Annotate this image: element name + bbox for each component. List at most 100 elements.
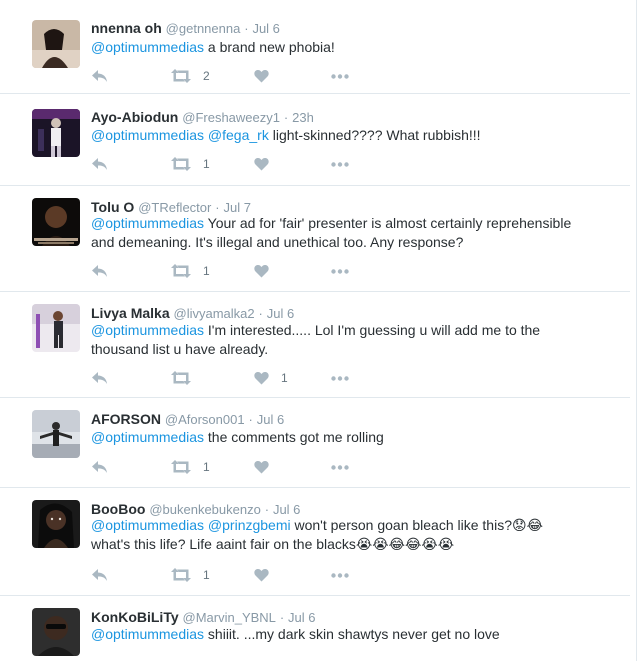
separator: · (248, 412, 253, 427)
mention-link[interactable]: @optimummedias (91, 322, 204, 338)
avatar[interactable] (32, 500, 80, 548)
user-handle[interactable]: @livyamalka2 (174, 306, 255, 321)
mention-link[interactable]: @optimummedias (91, 127, 204, 143)
like-count: 1 (281, 371, 288, 385)
user-handle[interactable]: @TReflector (138, 200, 211, 215)
separator: · (258, 306, 263, 321)
mention-link[interactable]: @prinzgbemi (208, 517, 291, 533)
avatar[interactable] (32, 198, 80, 246)
more-button[interactable] (331, 262, 349, 280)
heart-icon (254, 460, 269, 474)
display-name[interactable]: KonKoBiLiTy (91, 609, 179, 625)
heart-icon (254, 157, 269, 171)
more-button[interactable] (331, 458, 349, 476)
reply-button[interactable] (91, 369, 108, 387)
timestamp[interactable]: Jul 6 (257, 412, 284, 427)
reply-button[interactable] (91, 262, 108, 280)
separator: · (244, 21, 249, 36)
timestamp[interactable]: Jul 6 (252, 21, 279, 36)
avatar[interactable] (32, 608, 80, 656)
reply-icon (92, 569, 107, 581)
user-handle[interactable]: @getnnenna (166, 21, 241, 36)
tweet-item[interactable]: Ayo-Abiodun @Freshaweezy1 · 23h @optimum… (0, 94, 630, 186)
mention-link[interactable]: @optimummedias (91, 39, 204, 55)
mention-link[interactable]: @optimummedias (91, 517, 204, 533)
more-button[interactable] (331, 566, 349, 584)
retweet-count: 1 (203, 568, 210, 582)
tweet-feed: nnenna oh @getnnenna · Jul 6 @optimummed… (0, 0, 637, 661)
display-name[interactable]: Livya Malka (91, 305, 170, 321)
tweet-text: @optimummedias shiiit. ...my dark skin s… (91, 625, 611, 644)
tweet-actions: 2 (91, 67, 391, 85)
retweet-button[interactable]: 1 (171, 458, 210, 476)
tweet-item[interactable]: nnenna oh @getnnenna · Jul 6 @optimummed… (0, 0, 630, 94)
timestamp[interactable]: Jul 6 (273, 502, 300, 517)
tweet-body: a brand new phobia! (204, 39, 335, 55)
mention-link[interactable]: @optimummedias (91, 626, 204, 642)
reply-icon (92, 70, 107, 82)
tweet-actions: 1 (91, 262, 391, 280)
reply-icon (92, 461, 107, 473)
tweet-body: shiiit. ...my dark skin shawtys never ge… (204, 626, 500, 642)
mention-link[interactable]: @optimummedias (91, 429, 204, 445)
display-name[interactable]: BooBoo (91, 501, 145, 517)
display-name[interactable]: Tolu O (91, 199, 134, 215)
retweet-count: 1 (203, 157, 210, 171)
avatar[interactable] (32, 304, 80, 352)
tweet-item[interactable]: KonKoBiLiTy @Marvin_YBNL · Jul 6 @optimu… (0, 596, 630, 661)
retweet-icon (171, 157, 191, 171)
user-handle[interactable]: @Aforson001 (165, 412, 245, 427)
user-handle[interactable]: @bukenkebukenzo (149, 502, 261, 517)
tweet-body-line2: what's this life? Life aaint fair on the… (91, 536, 455, 552)
retweet-icon (171, 69, 191, 83)
mention-link[interactable]: @optimummedias (91, 215, 204, 231)
avatar[interactable] (32, 410, 80, 458)
more-button[interactable] (331, 67, 349, 85)
retweet-button[interactable]: 1 (171, 155, 210, 173)
tweet-item[interactable]: Livya Malka @livyamalka2 · Jul 6 @optimu… (0, 292, 630, 398)
tweet-item[interactable]: AFORSON @Aforson001 · Jul 6 @optimummedi… (0, 398, 630, 488)
timestamp[interactable]: Jul 7 (223, 200, 250, 215)
tweet-body: the comments got me rolling (204, 429, 384, 445)
timestamp[interactable]: Jul 6 (288, 610, 315, 625)
tweet-actions: 1 (91, 566, 391, 584)
like-button[interactable] (254, 67, 281, 85)
separator: · (279, 610, 285, 625)
like-button[interactable] (254, 262, 281, 280)
timestamp[interactable]: 23h (292, 110, 314, 125)
display-name[interactable]: AFORSON (91, 411, 161, 427)
separator: · (283, 110, 289, 125)
reply-icon (92, 265, 107, 277)
like-button[interactable]: 1 (254, 369, 288, 387)
avatar[interactable] (32, 109, 80, 157)
more-button[interactable] (331, 369, 349, 387)
reply-button[interactable] (91, 155, 108, 173)
more-icon (331, 73, 349, 79)
timestamp[interactable]: Jul 6 (267, 306, 294, 321)
tweet-text: @optimummedias @prinzgbemi won't person … (91, 516, 611, 554)
tweet-actions: 1 (91, 458, 391, 476)
tweet-item[interactable]: BooBoo @bukenkebukenzo · Jul 6 @optimumm… (0, 488, 630, 596)
user-handle[interactable]: @Marvin_YBNL (183, 610, 276, 625)
reply-button[interactable] (91, 67, 108, 85)
retweet-count: 1 (203, 264, 210, 278)
tweet-body: won't person goan bleach like this?😟😂 (290, 517, 543, 533)
like-button[interactable] (254, 458, 281, 476)
retweet-button[interactable]: 2 (171, 67, 210, 85)
retweet-button[interactable]: 1 (171, 262, 210, 280)
more-icon (331, 464, 349, 470)
display-name[interactable]: Ayo-Abiodun (91, 109, 178, 125)
reply-button[interactable] (91, 458, 108, 476)
retweet-button[interactable]: 1 (171, 566, 210, 584)
display-name[interactable]: nnenna oh (91, 20, 162, 36)
like-button[interactable] (254, 566, 281, 584)
reply-button[interactable] (91, 566, 108, 584)
avatar[interactable] (32, 20, 80, 68)
like-button[interactable] (254, 155, 281, 173)
more-button[interactable] (331, 155, 349, 173)
user-handle[interactable]: @Freshaweezy1 (182, 110, 280, 125)
retweet-button[interactable] (171, 369, 203, 387)
tweet-text: @optimummedias I'm interested..... Lol I… (91, 321, 561, 359)
tweet-item[interactable]: Tolu O @TReflector · Jul 7 @optimummedia… (0, 186, 630, 292)
mention-link[interactable]: @fega_rk (208, 127, 269, 143)
